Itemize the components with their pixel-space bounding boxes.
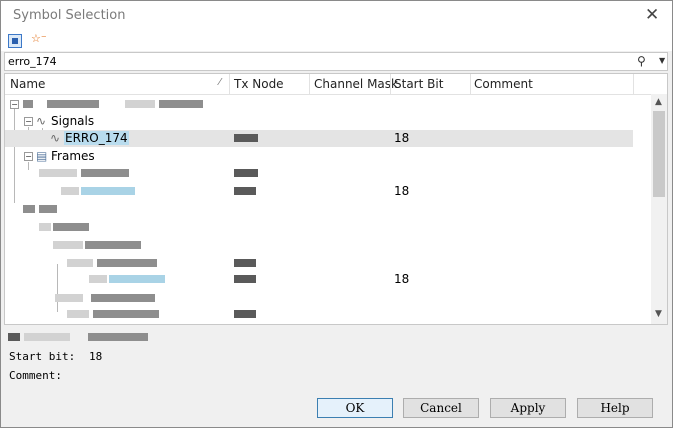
apply-button[interactable]: Apply: [490, 398, 566, 418]
frames-label: Frames: [51, 149, 95, 163]
tree-row-root[interactable]: −: [5, 96, 633, 113]
tree-row[interactable]: [5, 201, 633, 218]
scrollbar-thumb[interactable]: [653, 111, 665, 197]
scroll-down-icon[interactable]: ▼: [655, 309, 662, 319]
redacted-tx-node: [234, 134, 258, 142]
redacted-text: [23, 205, 35, 213]
tree-row[interactable]: [5, 306, 633, 323]
column-divider[interactable]: [309, 74, 310, 94]
scroll-up-icon[interactable]: ▲: [655, 97, 662, 107]
tree-row[interactable]: 18: [5, 271, 633, 288]
redacted-text: [89, 275, 107, 283]
collapse-toggle[interactable]: −: [10, 100, 19, 109]
binoculars-icon[interactable]: ⚲: [637, 54, 646, 68]
grid-header: Name ⁄ Tx Node Channel Mask Start Bit Co…: [5, 74, 667, 95]
vertical-scrollbar[interactable]: ▲ ▼: [651, 94, 667, 324]
redacted-text: [159, 100, 203, 108]
column-divider[interactable]: [390, 74, 391, 94]
redacted-text: [8, 333, 20, 341]
tree-row-signals[interactable]: − ∿ Signals: [5, 113, 633, 130]
collapse-toggle[interactable]: −: [24, 152, 33, 161]
redacted-text: [67, 259, 93, 267]
frame-icon: ▤: [36, 149, 48, 163]
start-bit-cell: 18: [394, 184, 410, 198]
redacted-text: [39, 223, 51, 231]
cancel-button[interactable]: Cancel: [403, 398, 479, 418]
column-header-tx-node[interactable]: Tx Node: [234, 77, 284, 91]
title-bar: Symbol Selection ✕: [1, 1, 672, 31]
chevron-down-icon[interactable]: ▼: [659, 56, 665, 65]
redacted-text: [81, 187, 135, 195]
redacted-text: [81, 169, 129, 177]
signal-icon: ∿: [36, 114, 47, 128]
symbol-selection-dialog: Symbol Selection ✕ ☆⁻ ⚲ ▼ Name ⁄ Tx Node…: [0, 0, 673, 428]
redacted-text: [93, 310, 159, 318]
tree-row[interactable]: [5, 237, 633, 254]
redacted-text: [125, 100, 155, 108]
collapse-icon[interactable]: ☆⁻: [31, 32, 47, 45]
database-icon: [23, 100, 33, 108]
redacted-text: [47, 100, 99, 108]
tree-row-signal[interactable]: ∿ ERRO_174 18: [5, 130, 633, 147]
column-header-name[interactable]: Name: [10, 77, 45, 91]
signal-name: ERRO_174: [64, 131, 129, 145]
redacted-tx-node: [234, 169, 258, 177]
tree-row[interactable]: [5, 219, 633, 236]
details-pane: Start bit: 18 Comment:: [4, 327, 668, 385]
redacted-text: [53, 241, 83, 249]
search-input[interactable]: [8, 54, 608, 69]
tree-row[interactable]: [5, 255, 633, 272]
tree-row[interactable]: [5, 165, 633, 182]
redacted-text: [24, 333, 70, 341]
redacted-tx-node: [234, 187, 256, 195]
collapse-toggle[interactable]: −: [24, 117, 33, 126]
tree-row-frames[interactable]: − ▤ Frames: [5, 148, 633, 165]
redacted-text: [61, 187, 79, 195]
column-divider[interactable]: [633, 74, 634, 94]
redacted-text: [39, 169, 77, 177]
search-box: ⚲ ▼: [4, 52, 668, 71]
signals-label: Signals: [51, 114, 95, 128]
column-divider[interactable]: [470, 74, 471, 94]
window-title: Symbol Selection: [13, 8, 126, 23]
start-bit-cell: 18: [394, 131, 410, 145]
redacted-text: [88, 333, 148, 341]
redacted-text: [97, 259, 157, 267]
redacted-text: [91, 294, 155, 302]
tree-row[interactable]: [5, 290, 633, 307]
redacted-tx-node: [234, 275, 256, 283]
redacted-text: [109, 275, 165, 283]
help-button[interactable]: Help: [577, 398, 653, 418]
redacted-text: [39, 205, 57, 213]
column-header-start-bit[interactable]: Start Bit: [394, 77, 443, 91]
column-header-comment[interactable]: Comment: [474, 77, 533, 91]
start-bit-cell: 18: [394, 272, 410, 286]
redacted-tx-node: [234, 259, 256, 267]
redacted-text: [85, 241, 141, 249]
start-bit-value: 18: [89, 350, 103, 363]
column-header-channel-mask[interactable]: Channel Mask: [314, 77, 398, 91]
ok-button[interactable]: OK: [317, 398, 393, 418]
redacted-text: [67, 310, 89, 318]
column-divider[interactable]: [229, 74, 230, 94]
close-icon[interactable]: ✕: [645, 5, 659, 25]
symbol-grid: Name ⁄ Tx Node Channel Mask Start Bit Co…: [4, 73, 668, 325]
redacted-text: [55, 294, 83, 302]
view-icon[interactable]: [8, 34, 22, 48]
redacted-tx-node: [234, 310, 256, 318]
sort-icon: ⁄: [219, 77, 221, 88]
toolbar: ☆⁻: [1, 31, 672, 51]
start-bit-label: Start bit:: [9, 350, 76, 363]
tree-row[interactable]: 18: [5, 183, 633, 200]
comment-label: Comment:: [9, 369, 62, 382]
signal-icon: ∿: [50, 131, 61, 145]
redacted-text: [53, 223, 89, 231]
